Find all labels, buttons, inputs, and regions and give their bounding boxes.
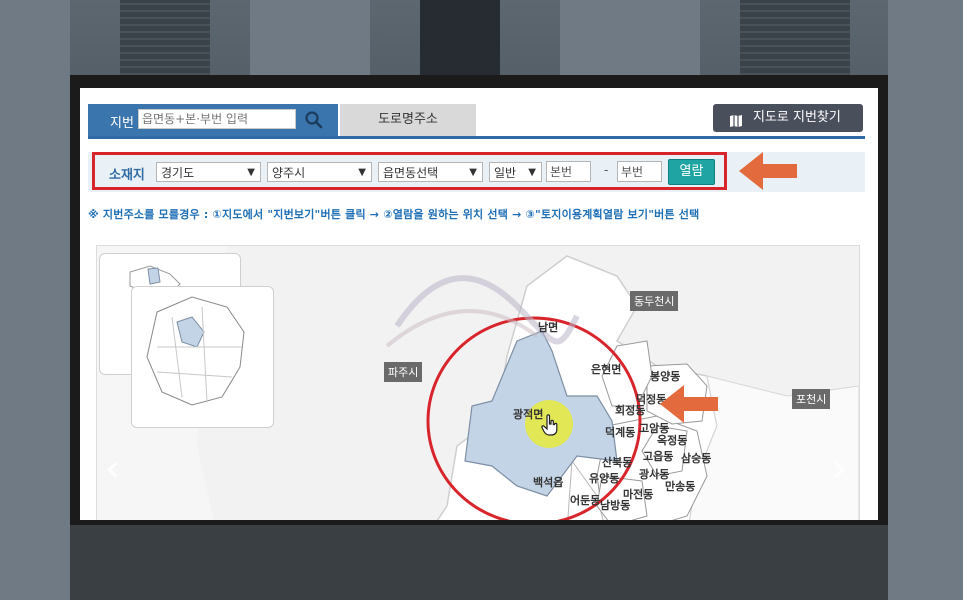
city-tag-paju: 파주시 bbox=[384, 362, 423, 382]
city-tag-dongducheon: 동두천시 bbox=[630, 291, 679, 311]
search-tab-bar: 지번 도로명주소 지도로 지번찾기 bbox=[88, 104, 865, 139]
background-building bbox=[0, 0, 70, 600]
annotation-arrow-map bbox=[660, 385, 718, 423]
background-building bbox=[560, 0, 700, 75]
minimap-region-shape bbox=[146, 296, 245, 406]
region-label: 산북동 bbox=[602, 456, 633, 469]
red-highlight-box bbox=[92, 152, 727, 190]
search-icon[interactable] bbox=[304, 110, 324, 130]
background-building bbox=[740, 0, 850, 75]
region-label: 고읍동 bbox=[643, 450, 674, 463]
map-find-button-label: 지도로 지번찾기 bbox=[753, 110, 841, 125]
region-label: 남면 bbox=[538, 321, 559, 334]
map-next-arrow[interactable]: › bbox=[832, 446, 847, 490]
region-label: 만송동 bbox=[665, 480, 696, 493]
region-label: 광적면 bbox=[513, 408, 544, 421]
hint-text: ※ 지번주소를 모를경우 : ①지도에서 "지번보기"버튼 클릭 → ②열람을 … bbox=[88, 208, 700, 221]
tab-jibun-label: 지번 bbox=[110, 116, 134, 131]
map-icon bbox=[729, 111, 743, 127]
map-area[interactable]: 동두천시 파주시 포천시 남면 은현면 광적면 백석읍 봉양동 회정동 덕정동 … bbox=[96, 245, 860, 520]
region-label: 덕계동 bbox=[605, 426, 636, 439]
tab-jibun[interactable]: 지번 bbox=[88, 104, 338, 136]
annotation-arrow-location bbox=[739, 152, 797, 190]
minimap-region[interactable] bbox=[131, 286, 274, 428]
map-find-button[interactable]: 지도로 지번찾기 bbox=[713, 104, 863, 132]
background-building bbox=[250, 0, 370, 75]
region-label: 봉양동 bbox=[650, 370, 681, 383]
tab-road-address[interactable]: 도로명주소 bbox=[340, 104, 476, 136]
region-label: 어둔동 bbox=[570, 494, 601, 507]
region-label: 유양동 bbox=[589, 472, 620, 485]
region-label: 삼숭동 bbox=[681, 452, 712, 465]
background-ground bbox=[70, 525, 888, 600]
map-prev-arrow[interactable]: ‹ bbox=[105, 446, 120, 490]
background-building bbox=[120, 0, 210, 75]
background-building bbox=[420, 0, 500, 75]
city-tag-pocheon: 포천시 bbox=[792, 389, 831, 409]
jibun-search-input[interactable] bbox=[138, 109, 296, 129]
region-label: 남방동 bbox=[600, 499, 631, 512]
region-label: 백석읍 bbox=[533, 476, 564, 489]
region-label: 은현면 bbox=[591, 363, 622, 376]
background-building bbox=[888, 0, 963, 600]
region-label: 옥정동 bbox=[657, 434, 688, 447]
hand-cursor-icon bbox=[541, 414, 559, 440]
